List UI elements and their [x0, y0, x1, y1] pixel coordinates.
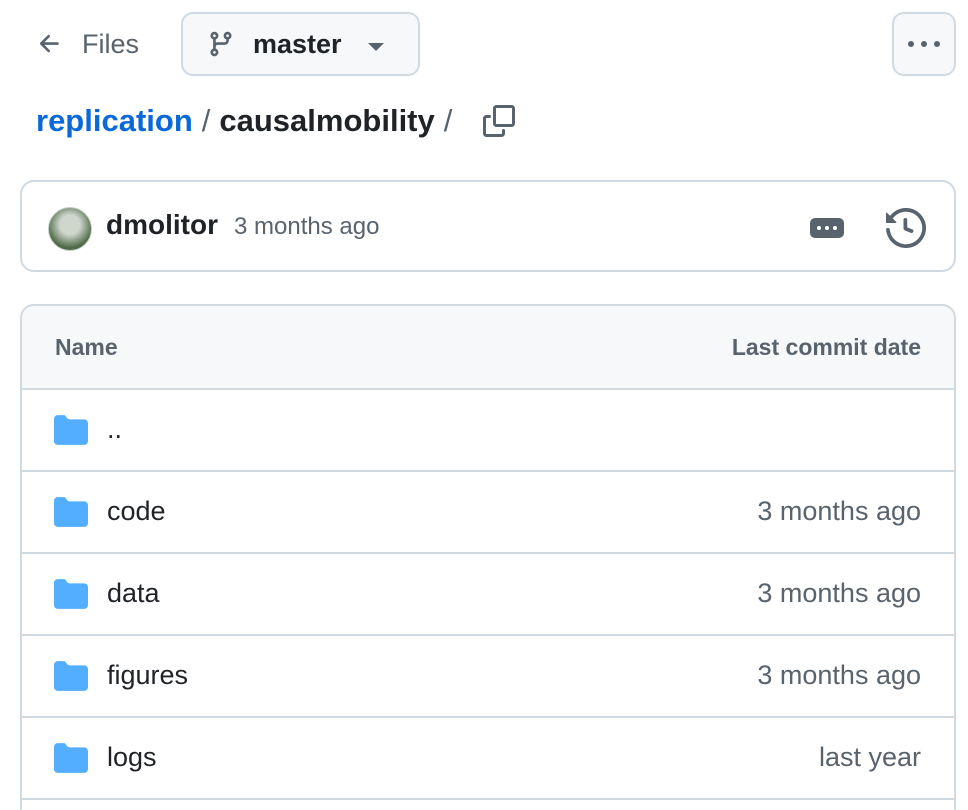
file-date: last year	[818, 742, 921, 772]
arrow-left-icon	[39, 34, 59, 53]
table-row[interactable]: figures 3 months ago	[22, 636, 954, 718]
table-row[interactable]: logs last year	[22, 718, 954, 800]
breadcrumb-repo-link[interactable]: replication	[36, 103, 193, 139]
folder-icon	[54, 415, 88, 445]
folder-icon	[54, 743, 88, 773]
more-options-button[interactable]	[892, 12, 956, 76]
table-row[interactable]: data 3 months ago	[22, 554, 954, 636]
copy-path-button[interactable]	[481, 103, 517, 139]
history-icon[interactable]	[886, 208, 926, 248]
branch-selector-button[interactable]: master	[181, 12, 420, 76]
copy-icon	[483, 105, 516, 137]
git-branch-icon	[210, 31, 232, 57]
commit-time: 3 months ago	[234, 213, 380, 240]
commit-message-expand-button[interactable]	[810, 218, 844, 238]
kebab-horizontal-icon	[908, 41, 914, 47]
column-header-name: Name	[55, 334, 118, 360]
avatar[interactable]	[48, 207, 92, 251]
column-header-last-commit-date: Last commit date	[731, 334, 921, 360]
commit-author[interactable]: dmolitor	[106, 209, 218, 241]
file-name: ..	[107, 414, 123, 444]
latest-commit-box: dmolitor 3 months ago	[20, 180, 956, 272]
file-table: Name Last commit date .. code 3 months a…	[20, 304, 956, 810]
top-bar: Files master	[0, 0, 968, 90]
back-to-files-link[interactable]: Files	[36, 24, 139, 64]
ellipsis-icon	[817, 226, 821, 230]
table-row[interactable]: ..	[22, 390, 954, 472]
file-name: logs	[107, 742, 157, 772]
back-link-label: Files	[82, 28, 140, 59]
table-row[interactable]: code 3 months ago	[22, 472, 954, 554]
breadcrumb-trailing-separator: /	[443, 103, 453, 138]
file-date: 3 months ago	[757, 578, 921, 608]
branch-name: master	[253, 28, 342, 59]
file-date: 3 months ago	[757, 496, 921, 526]
caret-down-icon	[368, 43, 384, 51]
file-name: data	[107, 578, 160, 608]
folder-icon	[54, 579, 88, 609]
folder-icon	[54, 661, 88, 691]
file-date: 3 months ago	[757, 660, 921, 690]
breadcrumb-current-directory: causalmobility	[219, 103, 435, 138]
file-name: figures	[107, 660, 189, 690]
folder-icon	[54, 497, 88, 527]
breadcrumb-separator: /	[201, 103, 211, 138]
table-header: Name Last commit date	[22, 306, 954, 390]
file-name: code	[107, 496, 166, 526]
breadcrumb: replication / causalmobility /	[36, 98, 517, 144]
